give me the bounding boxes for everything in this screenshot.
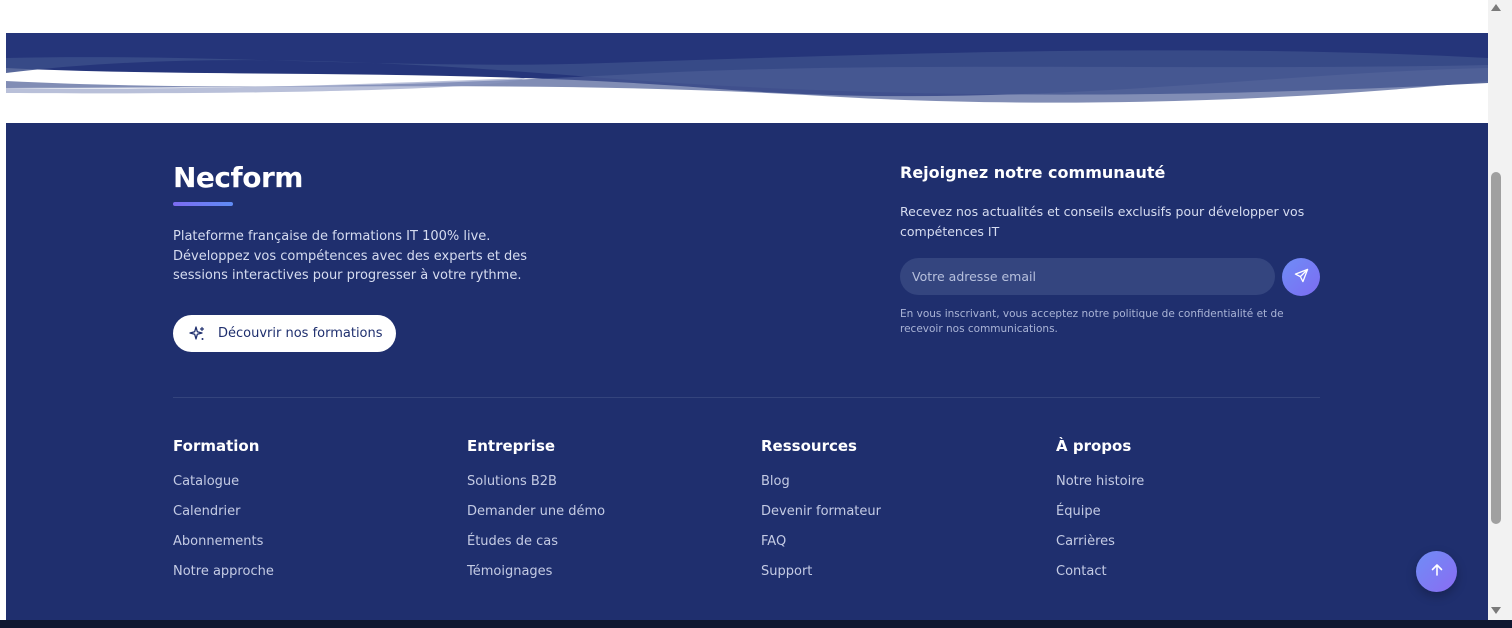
page-top-section <box>0 0 1488 33</box>
vertical-scrollbar[interactable] <box>1488 0 1512 620</box>
footer-link-abonnements[interactable]: Abonnements <box>173 533 274 563</box>
brand-underline-accent <box>173 202 233 206</box>
footer-link-faq[interactable]: FAQ <box>761 533 881 563</box>
footer-column-a-propos: À propos Notre histoire Équipe Carrières… <box>1056 437 1144 593</box>
brand-description: Plateforme française de formations IT 10… <box>173 229 528 283</box>
footer-link-demander-demo[interactable]: Demander une démo <box>467 503 605 533</box>
discover-courses-button[interactable]: Découvrir nos formations <box>173 315 396 352</box>
footer-link-etudes-de-cas[interactable]: Études de cas <box>467 533 605 563</box>
scroll-up-arrow-icon[interactable] <box>1491 4 1501 11</box>
footer-link-notre-approche[interactable]: Notre approche <box>173 563 274 593</box>
arrow-up-icon <box>1429 562 1445 582</box>
footer-wave-decoration <box>6 33 1488 123</box>
footer-link-notre-histoire[interactable]: Notre histoire <box>1056 473 1144 503</box>
footer-column-title: Formation <box>173 437 260 455</box>
scrollbar-thumb[interactable] <box>1491 172 1501 524</box>
footer-link-equipe[interactable]: Équipe <box>1056 503 1144 533</box>
newsletter-email-input[interactable] <box>900 258 1275 295</box>
newsletter-legal-note: En vous inscrivant, vous acceptez notre … <box>900 308 1284 335</box>
scroll-down-arrow-icon[interactable] <box>1491 607 1501 614</box>
footer-link-solutions-b2b[interactable]: Solutions B2B <box>467 473 605 503</box>
footer-link-support[interactable]: Support <box>761 563 881 593</box>
footer-link-contact[interactable]: Contact <box>1056 563 1144 593</box>
footer-link-devenir-formateur[interactable]: Devenir formateur <box>761 503 881 533</box>
footer-link-temoignages[interactable]: Témoignages <box>467 563 605 593</box>
footer-link-blog[interactable]: Blog <box>761 473 881 503</box>
brand-logo-text[interactable]: Necform <box>173 161 303 194</box>
footer-column-title: Ressources <box>761 437 857 455</box>
footer-link-catalogue[interactable]: Catalogue <box>173 473 274 503</box>
footer-column-ressources: Ressources Blog Devenir formateur FAQ Su… <box>761 437 881 593</box>
footer-column-title: À propos <box>1056 437 1132 455</box>
footer-column-formation: Formation Catalogue Calendrier Abonnemen… <box>173 437 274 593</box>
footer-column-entreprise: Entreprise Solutions B2B Demander une dé… <box>467 437 605 593</box>
window-bottom-bar <box>0 620 1512 628</box>
footer-link-carrieres[interactable]: Carrières <box>1056 533 1144 563</box>
site-footer: Necform Plateforme française de formatio… <box>6 123 1488 620</box>
send-icon <box>1294 268 1309 287</box>
sparkles-icon <box>189 325 205 342</box>
newsletter-title: Rejoignez notre communauté <box>900 163 1166 182</box>
footer-link-calendrier[interactable]: Calendrier <box>173 503 274 533</box>
footer-column-title: Entreprise <box>467 437 556 455</box>
scroll-to-top-button[interactable] <box>1416 551 1457 592</box>
discover-courses-label: Découvrir nos formations <box>218 326 383 341</box>
newsletter-send-button[interactable] <box>1282 258 1320 296</box>
footer-divider <box>173 397 1320 398</box>
newsletter-description: Recevez nos actualités et conseils exclu… <box>900 204 1305 239</box>
